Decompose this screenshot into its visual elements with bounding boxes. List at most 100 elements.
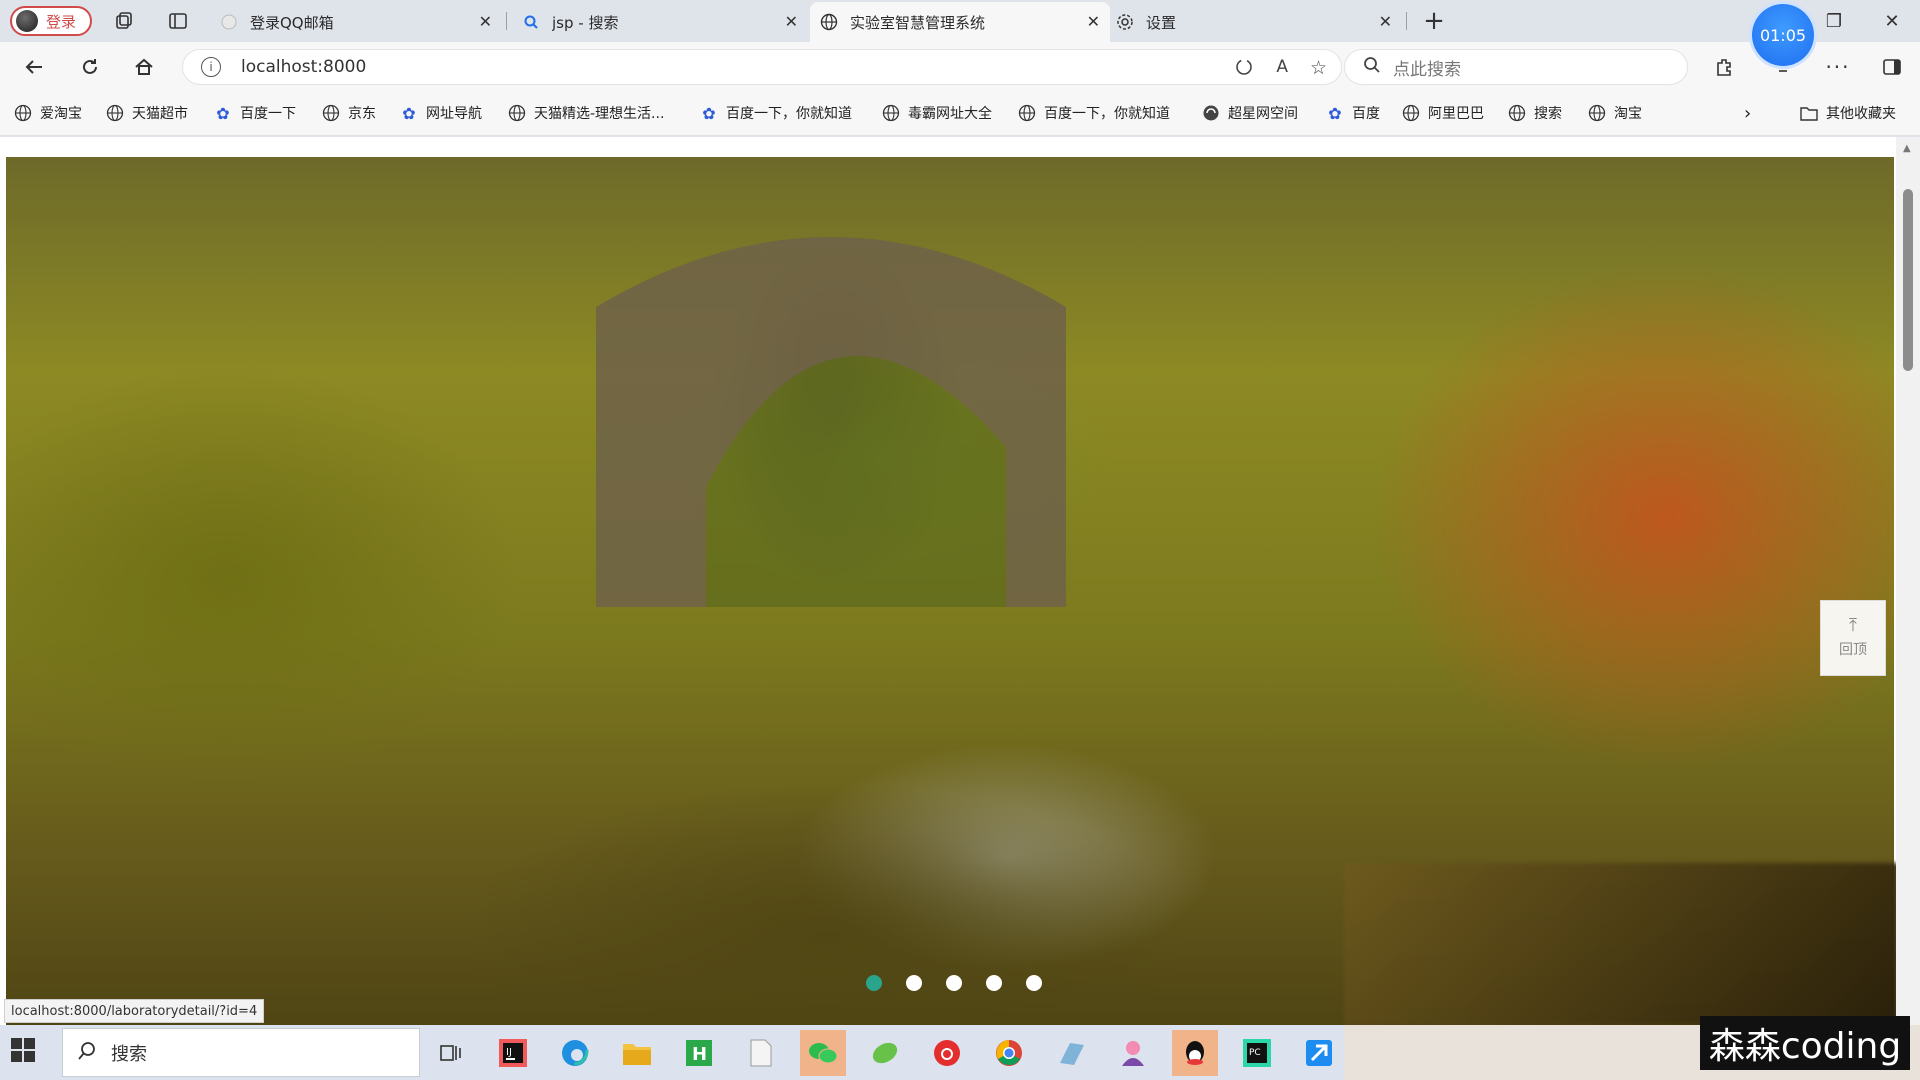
- bookmark-label: 天猫精选-理想生活...: [534, 106, 665, 122]
- bookmark-item[interactable]: 超星网空间: [1202, 103, 1298, 123]
- tab-divider: [1406, 12, 1407, 30]
- baidu-paw-icon: ✿: [702, 103, 716, 123]
- bookmark-label: 搜索: [1534, 106, 1562, 122]
- qq-icon[interactable]: [1172, 1030, 1218, 1076]
- address-text[interactable]: localhost:8000: [241, 57, 366, 77]
- scroll-up-arrow-icon[interactable]: ▲: [1903, 143, 1911, 154]
- read-aloud-icon[interactable]: A: [1276, 57, 1288, 81]
- green-app-icon[interactable]: [862, 1030, 908, 1076]
- close-tab-icon[interactable]: ✕: [1087, 12, 1100, 31]
- blue-app-icon[interactable]: [1048, 1030, 1094, 1076]
- other-bookmarks-folder[interactable]: 其他收藏夹: [1800, 103, 1896, 123]
- profile-label: 登录: [46, 12, 77, 31]
- bookmark-label: 爱淘宝: [40, 106, 82, 122]
- svg-text:IJ: IJ: [506, 1047, 512, 1058]
- other-bookmarks-label: 其他收藏夹: [1826, 106, 1896, 122]
- carousel-dot[interactable]: [986, 975, 1002, 991]
- carousel-dot[interactable]: [1026, 975, 1042, 991]
- bookmark-label: 京东: [348, 106, 376, 122]
- wechat-icon[interactable]: [800, 1030, 846, 1076]
- pycharm-icon[interactable]: PC: [1234, 1030, 1280, 1076]
- sidebar-toggle-icon[interactable]: [1876, 51, 1908, 83]
- tab-divider: [506, 12, 507, 30]
- tab-jsp-search[interactable]: jsp - 搜索 ✕: [512, 2, 808, 42]
- carousel-dot[interactable]: [946, 975, 962, 991]
- bookmark-item[interactable]: ✿ 百度一下，你就知道: [700, 103, 852, 123]
- file-explorer-icon[interactable]: [614, 1030, 660, 1076]
- refresh-button[interactable]: [74, 51, 106, 83]
- bookmark-item[interactable]: 淘宝: [1588, 103, 1642, 123]
- bookmark-label: 百度一下，你就知道: [726, 106, 852, 122]
- task-view-icon[interactable]: [428, 1030, 474, 1076]
- pink-app-icon[interactable]: [1110, 1030, 1156, 1076]
- baidu-paw-icon: ✿: [216, 103, 230, 123]
- scrollbar-thumb[interactable]: [1903, 189, 1913, 371]
- bookmark-item[interactable]: 爱淘宝: [14, 103, 82, 123]
- bookmark-item[interactable]: 天猫精选-理想生活...: [508, 103, 664, 123]
- taskbar-search-box[interactable]: 搜索: [62, 1028, 420, 1077]
- tab-label: jsp - 搜索: [552, 13, 619, 32]
- bookmark-item[interactable]: 天猫超市: [106, 103, 188, 123]
- globe-icon: [508, 104, 526, 122]
- back-to-top-button[interactable]: ⤒ 回顶: [1820, 600, 1886, 676]
- globe-icon: [1508, 104, 1526, 122]
- netease-music-icon[interactable]: [924, 1030, 970, 1076]
- address-bar[interactable]: i localhost:8000 A ☆: [182, 49, 1342, 85]
- bookmark-item[interactable]: ✿ 百度: [1326, 103, 1380, 123]
- bookmark-item[interactable]: 毒霸网址大全: [882, 103, 992, 123]
- search-placeholder: 点此搜索: [1393, 59, 1461, 80]
- bookmarks-overflow-chevron-icon[interactable]: ›: [1744, 103, 1751, 124]
- bookmark-item[interactable]: ✿ 网址导航: [400, 103, 482, 123]
- back-button[interactable]: [18, 51, 50, 83]
- close-tab-icon[interactable]: ✕: [1379, 12, 1392, 31]
- tab-lab-system[interactable]: 实验室智慧管理系统 ✕: [810, 2, 1110, 42]
- chrome-icon[interactable]: [986, 1030, 1032, 1076]
- clock-badge: 01:05: [1752, 4, 1814, 66]
- tab-actions-icon[interactable]: [162, 5, 194, 37]
- globe-icon: [882, 104, 900, 122]
- edge-icon[interactable]: [552, 1030, 598, 1076]
- tab-qq-mail[interactable]: 登录QQ邮箱 ✕: [212, 2, 502, 42]
- bookmark-item[interactable]: 阿里巴巴: [1402, 103, 1484, 123]
- close-tab-icon[interactable]: ✕: [479, 12, 492, 31]
- bookmark-item[interactable]: 百度一下，你就知道: [1018, 103, 1170, 123]
- blurred-overlay: [1344, 863, 1900, 1025]
- page-viewport: ⤒ 回顶 ▲ localhost:8000/laboratorydetail/?…: [0, 137, 1920, 1025]
- windows-start-icon[interactable]: [10, 1037, 40, 1067]
- close-window-button[interactable]: ✕: [1872, 6, 1912, 36]
- tab-settings[interactable]: 设置 ✕: [1112, 2, 1402, 42]
- tab-label: 设置: [1146, 13, 1177, 32]
- close-tab-icon[interactable]: ✕: [785, 12, 798, 31]
- extensions-icon[interactable]: [1708, 51, 1740, 83]
- restore-window-button[interactable]: ❐: [1814, 6, 1854, 36]
- browser-search-box[interactable]: 点此搜索: [1344, 49, 1688, 85]
- favorite-star-icon[interactable]: ☆: [1310, 57, 1327, 81]
- profile-button[interactable]: 登录: [10, 6, 92, 36]
- baidu-paw-icon: ✿: [1328, 103, 1342, 123]
- taskbar-search-label: 搜索: [111, 1043, 147, 1065]
- svg-text:H: H: [692, 1044, 707, 1065]
- baidu-paw-icon: ✿: [402, 103, 416, 123]
- bookmark-item[interactable]: 搜索: [1508, 103, 1562, 123]
- site-info-icon[interactable]: i: [201, 57, 221, 77]
- arrow-app-icon[interactable]: [1296, 1030, 1342, 1076]
- home-button[interactable]: [128, 51, 160, 83]
- intellij-icon[interactable]: IJ: [490, 1030, 536, 1076]
- bookmark-item[interactable]: ✿ 百度一下: [214, 103, 296, 123]
- page-scrollbar[interactable]: ▲: [1896, 137, 1920, 1025]
- bookmark-label: 毒霸网址大全: [908, 106, 992, 122]
- collections-icon[interactable]: [108, 5, 140, 37]
- globe-icon: [1588, 104, 1606, 122]
- carousel-dot[interactable]: [866, 975, 882, 991]
- search-icon: [1363, 56, 1381, 78]
- more-menu-icon[interactable]: ···: [1822, 51, 1854, 83]
- bookmark-item[interactable]: 京东: [322, 103, 376, 123]
- translate-icon[interactable]: [1234, 57, 1254, 81]
- bookmark-label: 百度一下，你就知道: [1044, 106, 1170, 122]
- hbuilder-icon[interactable]: H: [676, 1030, 722, 1076]
- new-tab-button[interactable]: +: [1418, 5, 1450, 37]
- folder-icon: [1800, 104, 1818, 122]
- carousel-dot[interactable]: [906, 975, 922, 991]
- arrow-up-icon: ⤒: [1849, 615, 1857, 636]
- notepad-icon[interactable]: [738, 1030, 784, 1076]
